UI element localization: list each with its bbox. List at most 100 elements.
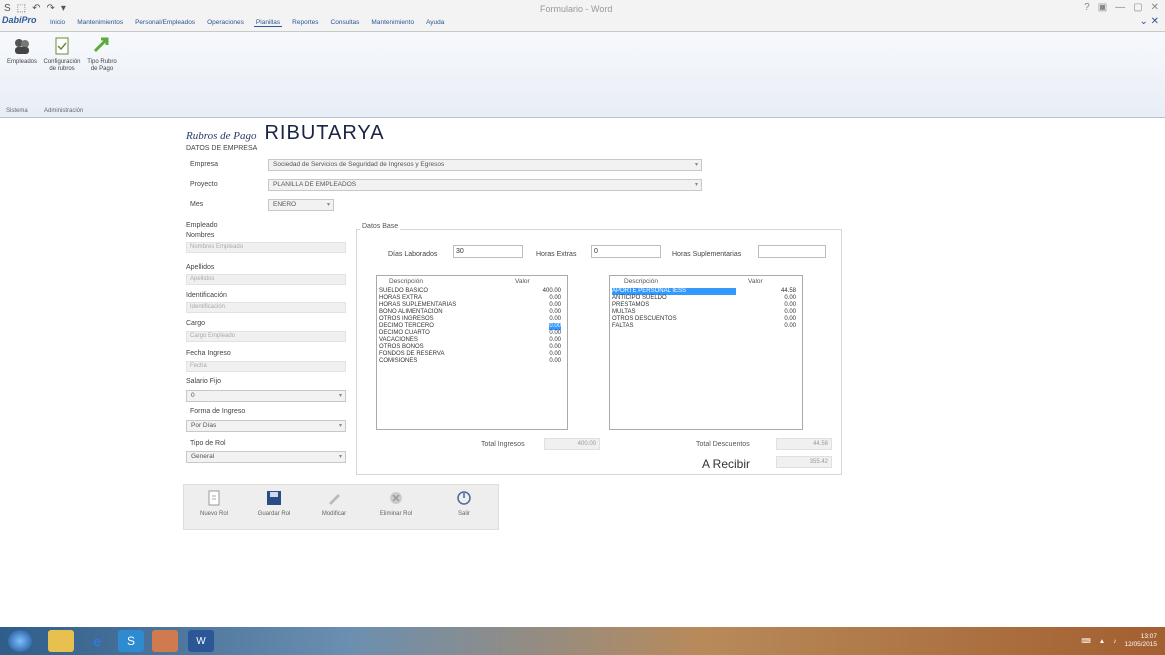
mes-combo[interactable]: ENERO ▾ bbox=[268, 199, 334, 211]
employees-button[interactable]: Empleados bbox=[4, 36, 40, 66]
chevron-down-icon: ▾ bbox=[338, 423, 342, 429]
guardar-rol-label: Guardar Rol bbox=[257, 511, 291, 517]
eliminar-rol-button[interactable]: Eliminar Rol bbox=[370, 489, 422, 527]
keyboard-icon[interactable]: ⌨ bbox=[1081, 637, 1090, 645]
exit-icon bbox=[457, 491, 471, 505]
page-title-small: Rubros de Pago bbox=[186, 130, 257, 142]
maximize-icon[interactable]: ▢ bbox=[1133, 2, 1142, 13]
quick-access-toolbar: S ⬚ ↶ ↷ ▾ bbox=[4, 3, 66, 14]
undo-icon[interactable]: ↶ bbox=[32, 3, 40, 14]
list-item[interactable]: DECIMO CUARTO 0.00 bbox=[379, 330, 565, 337]
list-item[interactable]: FONDOS DE RESERVA 0.00 bbox=[379, 351, 565, 358]
redo-icon[interactable]: ↷ bbox=[47, 3, 55, 14]
help-icon[interactable]: ? bbox=[1084, 2, 1090, 13]
guardar-rol-button[interactable]: Guardar Rol bbox=[248, 489, 300, 527]
document-icon bbox=[55, 37, 69, 55]
item-val: 0.00 bbox=[784, 316, 796, 322]
tab-operaciones[interactable]: Operaciones bbox=[205, 19, 246, 27]
forma-ingreso-label: Forma de Ingreso bbox=[190, 408, 246, 415]
nuevo-rol-button[interactable]: Nuevo Rol bbox=[188, 489, 240, 527]
item-desc-selected[interactable]: APORTE PERSONAL IESS bbox=[612, 288, 736, 295]
start-orb-icon[interactable] bbox=[8, 630, 32, 652]
ribbon-options-icon[interactable]: ⌄ ✕ bbox=[1139, 16, 1159, 27]
modificar-button[interactable]: Modificar bbox=[308, 489, 360, 527]
datos-section-label: Datos Base bbox=[360, 223, 401, 230]
list-item[interactable]: HORAS SUPLEMENTARIAS 0.00 bbox=[379, 302, 565, 309]
salir-button[interactable]: Salir bbox=[438, 489, 490, 527]
tab-mantenimiento[interactable]: Mantenimiento bbox=[369, 19, 416, 27]
forma-ingreso-combo[interactable]: Por Días ▾ bbox=[186, 420, 346, 432]
descuentos-list[interactable]: Descripción Valor APORTE PERSONAL IESS 44… bbox=[609, 275, 803, 430]
tipo-rol-label: Tipo de Rol bbox=[190, 440, 226, 447]
horas-sup-input[interactable] bbox=[758, 245, 826, 258]
modificar-label: Modificar bbox=[321, 511, 347, 517]
list-item[interactable]: PRESTAMOS 0.00 bbox=[612, 302, 800, 309]
item-desc: OTROS BONOS bbox=[379, 344, 424, 350]
tab-ayuda[interactable]: Ayuda bbox=[424, 19, 446, 27]
close-icon[interactable]: ✕ bbox=[1151, 2, 1159, 13]
dias-input[interactable]: 30 bbox=[453, 245, 523, 258]
list-item[interactable]: OTROS DESCUENTOS 0.00 bbox=[612, 316, 800, 323]
item-val: 400.00 bbox=[542, 288, 561, 294]
list-item[interactable]: SUELDO BASICO 400.00 bbox=[379, 288, 565, 295]
list-item[interactable]: APORTE PERSONAL IESS 44.58 bbox=[612, 288, 800, 295]
volume-icon[interactable]: ♪ bbox=[1113, 638, 1116, 645]
proyecto-combo[interactable]: PLANILLA DE EMPLEADOS ▾ bbox=[268, 179, 702, 191]
item-desc: DECIMO TERCERO bbox=[379, 323, 434, 329]
list-item[interactable]: BONO ALIMENTACION 0.00 bbox=[379, 309, 565, 316]
clock-time: 13:07 bbox=[1140, 633, 1157, 640]
tab-consultas[interactable]: Consultas bbox=[329, 19, 362, 27]
minimize-icon[interactable]: — bbox=[1115, 2, 1125, 13]
window-icon[interactable]: ⬚ bbox=[17, 3, 26, 14]
list-item[interactable]: DECIMO TERCERO 0.00 bbox=[379, 323, 565, 330]
clock[interactable]: 13:07 12/05/2015 bbox=[1124, 633, 1157, 649]
tipo-rol-value: General bbox=[191, 453, 215, 460]
list-item[interactable]: MULTAS 0.00 bbox=[612, 309, 800, 316]
app-icon[interactable]: S bbox=[118, 630, 144, 652]
list-item[interactable]: OTROS BONOS 0.00 bbox=[379, 344, 565, 351]
tipo-rubro-button[interactable]: Tipo Rubro de Pago bbox=[84, 36, 120, 73]
dias-label: Días Laborados bbox=[388, 251, 438, 258]
ie-icon[interactable]: e bbox=[84, 630, 110, 652]
descuentos-col-desc: Descripción bbox=[624, 278, 658, 285]
list-item[interactable]: VACACIONES 0.00 bbox=[379, 337, 565, 344]
word-icon[interactable]: W bbox=[188, 630, 214, 652]
page-title: Rubros de Pago RIBUTARYA bbox=[186, 122, 385, 145]
explorer-icon[interactable] bbox=[48, 630, 74, 652]
clock-date: 12/05/2015 bbox=[1124, 641, 1157, 648]
empresa-combo[interactable]: Sociedad de Servicios de Seguridad de In… bbox=[268, 159, 702, 171]
new-icon bbox=[208, 490, 220, 506]
tipo-rol-combo[interactable]: General ▾ bbox=[186, 451, 346, 463]
salario-combo[interactable]: 0 ▾ bbox=[186, 390, 346, 402]
descuentos-col-val: Valor bbox=[748, 278, 763, 285]
list-item[interactable]: COMISIONES 0.00 bbox=[379, 358, 565, 365]
network-icon[interactable]: ▲ bbox=[1099, 638, 1105, 645]
save-icon[interactable]: S bbox=[4, 3, 11, 14]
list-item[interactable]: FALTAS 0.00 bbox=[612, 323, 800, 330]
list-item[interactable]: OTROS INGRESOS 0.00 bbox=[379, 316, 565, 323]
tab-mantenimientos[interactable]: Mantenimientos bbox=[75, 19, 125, 27]
tab-reportes[interactable]: Reportes bbox=[290, 19, 320, 27]
item-val-selected[interactable]: 0.00 bbox=[549, 323, 561, 330]
horas-input[interactable]: 0 bbox=[591, 245, 661, 258]
chevron-down-icon: ▾ bbox=[338, 454, 342, 460]
customize-icon[interactable]: ▾ bbox=[61, 3, 66, 14]
ingresos-list[interactable]: Descripción Valor SUELDO BASICO 400.00 HO… bbox=[376, 275, 568, 430]
horas-label: Horas Extras bbox=[536, 251, 577, 258]
list-item[interactable]: HORAS EXTRA 0.00 bbox=[379, 295, 565, 302]
tab-personal[interactable]: Personal/Empleados bbox=[133, 19, 197, 27]
item-desc: FALTAS bbox=[612, 323, 634, 329]
user-app-icon[interactable] bbox=[152, 630, 178, 652]
page-title-big: RIBUTARYA bbox=[264, 122, 385, 144]
item-val: 0.00 bbox=[549, 295, 561, 301]
item-desc: DECIMO CUARTO bbox=[379, 330, 430, 336]
config-rubros-label: Configuración de rubros bbox=[43, 59, 81, 72]
tab-inicio[interactable]: Inicio bbox=[48, 19, 67, 27]
tab-planillas[interactable]: Planillas bbox=[253, 19, 283, 27]
list-item[interactable]: ANTICIPO SUELDO 0.00 bbox=[612, 295, 800, 302]
ingresos-col-val: Valor bbox=[515, 278, 530, 285]
window-title: Formulario - Word bbox=[540, 4, 613, 14]
ribbon-display-icon[interactable]: ▣ bbox=[1098, 2, 1107, 13]
identificacion-field: Identificación bbox=[186, 302, 346, 313]
config-rubros-button[interactable]: Configuración de rubros bbox=[42, 36, 82, 73]
